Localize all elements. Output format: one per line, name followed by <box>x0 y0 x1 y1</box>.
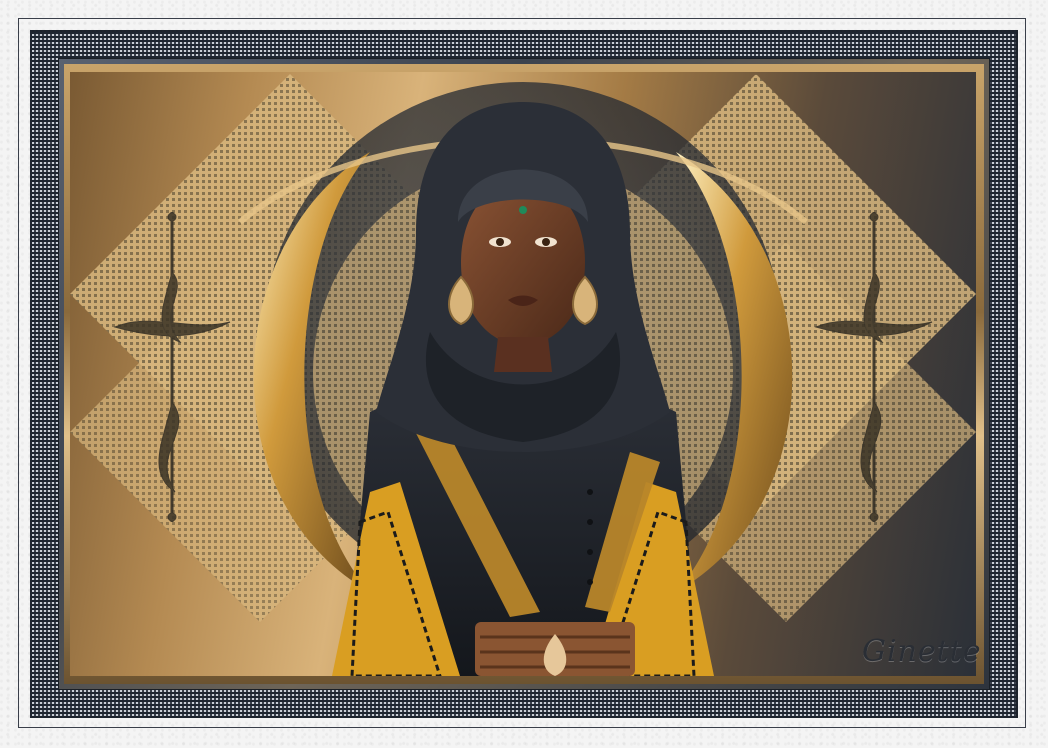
artist-signature: Ginette <box>862 634 982 669</box>
artwork-illustration <box>70 74 976 676</box>
neck <box>494 337 552 372</box>
artwork-stage <box>70 72 976 676</box>
forehead-jewel <box>519 206 527 214</box>
